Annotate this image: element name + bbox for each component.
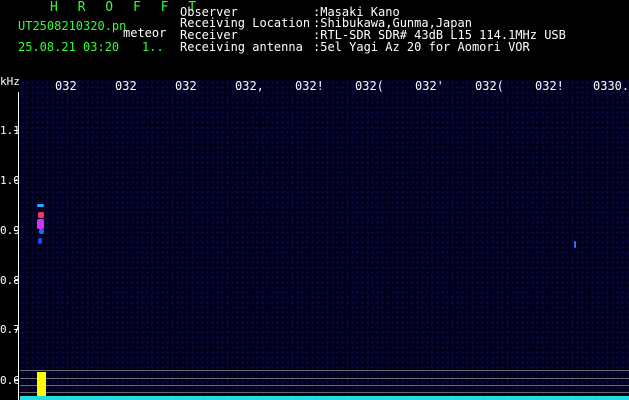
y-tick bbox=[14, 130, 19, 131]
y-tick bbox=[14, 280, 19, 281]
antenna-label: Receiving antenna bbox=[180, 40, 303, 54]
spectrogram-plot bbox=[20, 80, 629, 400]
date-time: 25.08.21 03:20 bbox=[18, 40, 120, 54]
meteor-echo bbox=[39, 229, 44, 234]
y-tick bbox=[14, 180, 19, 181]
reference-line bbox=[20, 392, 629, 393]
reference-line bbox=[20, 385, 629, 386]
y-axis-line bbox=[18, 92, 19, 400]
reference-line bbox=[20, 370, 629, 371]
meteor-echo bbox=[37, 204, 44, 207]
file-name: UT2508210320.pn bbox=[18, 19, 127, 33]
x-tick-label: 0330. bbox=[593, 79, 629, 93]
x-tick-label: 032( bbox=[355, 79, 384, 93]
faint-signal bbox=[574, 241, 576, 248]
mode-label: meteor bbox=[123, 26, 167, 40]
x-tick-label: 032 bbox=[115, 79, 137, 93]
antenna-value: :5el Yagi Az 20 for Aomori VOR bbox=[313, 40, 530, 54]
x-tick-label: 032! bbox=[535, 79, 564, 93]
y-tick bbox=[14, 329, 19, 330]
x-tick-label: 032! bbox=[295, 79, 324, 93]
x-tick-label: 032( bbox=[475, 79, 504, 93]
extra-indicator: 1.. bbox=[142, 40, 164, 54]
meteor-echo bbox=[38, 238, 42, 244]
y-axis-unit: kHz bbox=[0, 75, 20, 88]
y-tick bbox=[14, 380, 19, 381]
x-tick-label: 032 bbox=[55, 79, 77, 93]
x-tick-label: 032' bbox=[415, 79, 444, 93]
signal-trace bbox=[20, 396, 629, 400]
y-tick bbox=[14, 230, 19, 231]
x-tick-label: 032, bbox=[235, 79, 264, 93]
x-tick-label: 032 bbox=[175, 79, 197, 93]
reference-line bbox=[20, 378, 629, 379]
meteor-echo bbox=[37, 219, 44, 229]
meteor-echo bbox=[38, 212, 44, 218]
